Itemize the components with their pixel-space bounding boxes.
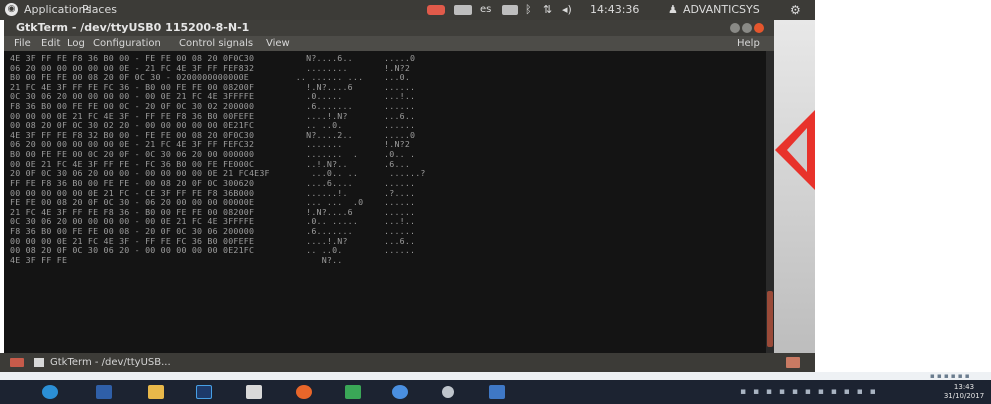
keyboard-icon[interactable] [454,5,472,15]
store-icon[interactable] [246,385,262,399]
keyboard-layout-indicator[interactable]: es [480,0,491,20]
chrome-icon[interactable] [392,385,408,399]
window-title: GtkTerm - /dev/ttyUSB0 115200-8-N-1 [16,21,250,34]
terminal-task-icon[interactable] [34,358,44,367]
show-desktop-icon[interactable] [10,358,24,367]
network-icon[interactable]: ⇅ [543,0,552,20]
gtkterm-window: GtkTerm - /dev/ttyUSB0 115200-8-N-1 File… [4,20,774,353]
clock-date: 31/10/2017 [943,392,985,400]
record-indicator-icon[interactable] [427,5,445,15]
places-menu[interactable]: Places [82,0,117,20]
bluetooth-icon[interactable]: ᛒ [525,0,532,20]
windows-notification-strip: ▪ ▪ ▪ ▪ ▪ ▪ [0,372,991,380]
menu-file[interactable]: File [14,36,31,51]
menu-help[interactable]: Help [737,36,760,51]
maximize-button[interactable] [742,23,752,33]
word-icon[interactable] [96,385,112,399]
ubuntu-top-panel: ◉ Applications Places es ᛒ ⇅ ◂) 14:43:36… [0,0,815,20]
window-titlebar[interactable]: GtkTerm - /dev/ttyUSB0 115200-8-N-1 [4,20,774,36]
hex-line: 4E 3F FF FE N?.. [10,254,343,265]
menu-edit[interactable]: Edit [41,36,60,51]
settings-icon[interactable] [442,386,454,398]
taskbar-clock[interactable]: 13:43 31/10/2017 [938,383,990,401]
red-arrow-notch [787,128,807,172]
firefox-icon[interactable] [296,385,312,399]
window-app-icon[interactable] [489,385,505,399]
taskbar-window-button[interactable]: GtkTerm - /dev/ttyUSB... [50,353,171,372]
system-tray-icons[interactable]: ▪ ▪ ▪ ▪ ▪ ▪ ▪ ▪ ▪ ▪ ▪ [740,380,878,404]
minimize-button[interactable] [730,23,740,33]
hex-dump: 4E 3F FF FE F8 36 B0 00 - FE FE 00 08 20… [10,53,750,265]
menu-view[interactable]: View [266,36,290,51]
battery-icon[interactable] [502,5,518,15]
menu-bar: File Edit Log Configuration Control sign… [4,36,774,51]
file-explorer-icon[interactable] [148,385,164,399]
menu-control-signals[interactable]: Control signals [179,36,253,51]
close-button[interactable] [754,23,764,33]
terminal-scrollbar[interactable] [766,51,774,353]
internet-explorer-icon[interactable] [42,385,58,399]
windows-taskbar: ▪ ▪ ▪ ▪ ▪ ▪ ▪ ▪ ▪ ▪ ▪ 13:43 31/10/2017 [0,380,991,404]
app-icon[interactable] [345,385,361,399]
user-name[interactable]: ADVANTICSYS [683,0,760,20]
user-icon[interactable]: ♟ [668,0,678,20]
ubuntu-logo-icon[interactable]: ◉ [5,3,18,16]
hidden-tray-icons[interactable]: ▪ ▪ ▪ ▪ ▪ ▪ [930,372,970,380]
panel-clock[interactable]: 14:43:36 [590,0,639,20]
photoshop-icon[interactable] [196,385,212,399]
ubuntu-bottom-panel: GtkTerm - /dev/ttyUSB... [0,353,815,372]
gear-icon[interactable]: ⚙ [790,0,801,20]
terminal-output[interactable]: 4E 3F FF FE F8 36 B0 00 - FE FE 00 08 20… [4,51,766,353]
clock-time: 13:43 [953,383,975,391]
menu-configuration[interactable]: Configuration [93,36,161,51]
trash-icon[interactable] [786,357,800,368]
menu-log[interactable]: Log [67,36,85,51]
photographed-monitor: ◉ Applications Places es ᛒ ⇅ ◂) 14:43:36… [0,0,815,372]
scrollbar-thumb[interactable] [767,291,773,347]
volume-icon[interactable]: ◂) [562,0,572,20]
